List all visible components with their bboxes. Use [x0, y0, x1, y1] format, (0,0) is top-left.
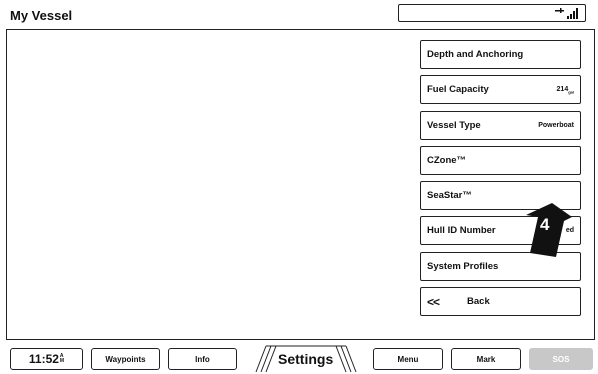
- mark-button[interactable]: Mark: [451, 348, 521, 370]
- sos-button[interactable]: SOS: [529, 348, 593, 370]
- menu-item-label: Depth and Anchoring: [427, 49, 524, 60]
- menu-item-label: System Profiles: [427, 260, 499, 272]
- menu-item-label: Hull ID Number: [427, 225, 496, 237]
- status-area: [398, 4, 586, 22]
- menu-item-label: Vessel Type: [427, 119, 481, 131]
- menu-item-fuel-capacity[interactable]: Fuel Capacity 214gal: [420, 75, 581, 105]
- clock-time: 11:52: [28, 352, 59, 366]
- waypoints-button[interactable]: Waypoints: [91, 348, 160, 370]
- menu-item-label: CZone™: [427, 154, 467, 166]
- clock-ampm: AM: [59, 353, 65, 364]
- menu-item-depth-and-anchoring[interactable]: Depth and Anchoring: [420, 40, 581, 69]
- info-button[interactable]: Info: [168, 348, 237, 370]
- tab-settings[interactable]: Settings: [278, 351, 333, 367]
- top-bar: My Vessel: [0, 0, 598, 30]
- menu-item-label: Fuel Capacity: [427, 84, 489, 96]
- bottom-bar: 11:52 AM Waypoints Info Settings Menu Ma…: [0, 344, 598, 374]
- double-chevron-left-icon: <<: [427, 294, 440, 309]
- page-title: My Vessel: [10, 8, 73, 23]
- back-label: Back: [467, 296, 490, 308]
- menu-item-label: SeaStar™: [427, 190, 472, 202]
- callout-number: 4: [540, 215, 550, 234]
- back-button[interactable]: << Back: [420, 287, 581, 317]
- signal-strength-icon: [555, 8, 578, 19]
- clock-button[interactable]: 11:52 AM: [10, 348, 83, 370]
- fuel-capacity-value: 214gal: [556, 85, 574, 94]
- menu-button[interactable]: Menu: [373, 348, 443, 370]
- vessel-type-value: Powerboat: [538, 121, 574, 129]
- menu-item-czone[interactable]: CZone™: [420, 145, 581, 175]
- menu-item-vessel-type[interactable]: Vessel Type Powerboat: [420, 110, 581, 140]
- settings-menu: Depth and Anchoring Fuel Capacity 214gal…: [420, 40, 582, 322]
